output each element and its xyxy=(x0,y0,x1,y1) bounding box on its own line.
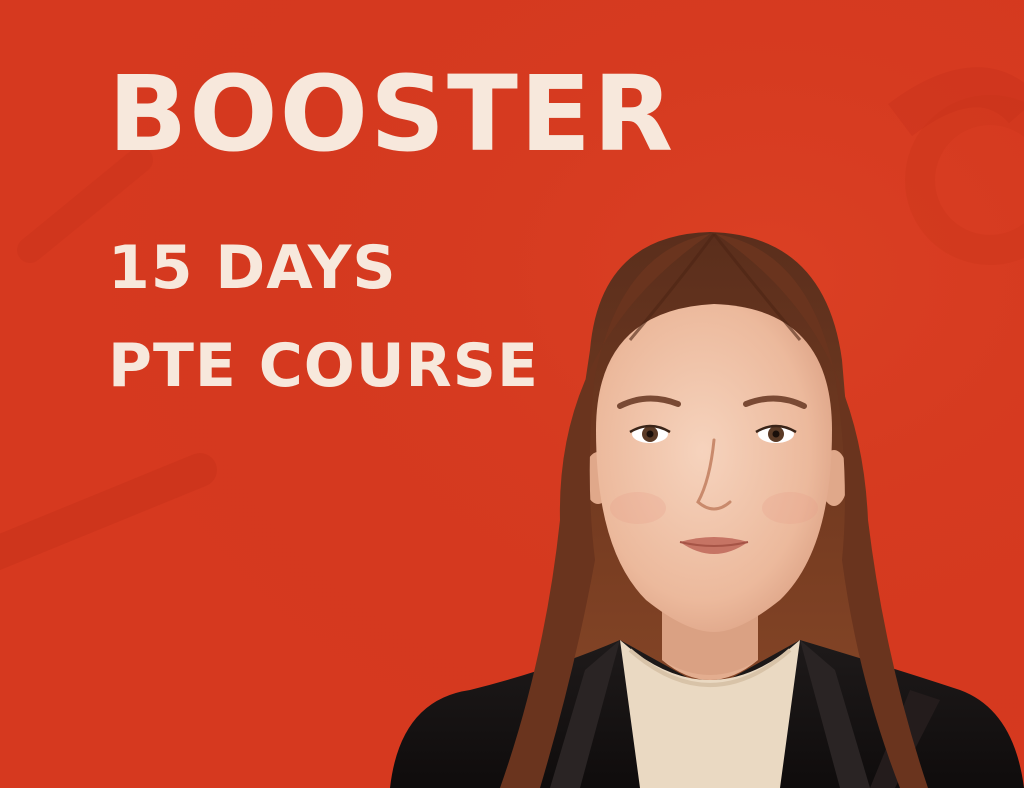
headline-title: BOOSTER xyxy=(108,53,676,175)
course-poster: BOOSTER 15 DAYS PTE COURSE xyxy=(0,0,1024,788)
course-duration: 15 DAYS xyxy=(108,233,397,303)
woman-portrait-photo xyxy=(390,232,1024,788)
